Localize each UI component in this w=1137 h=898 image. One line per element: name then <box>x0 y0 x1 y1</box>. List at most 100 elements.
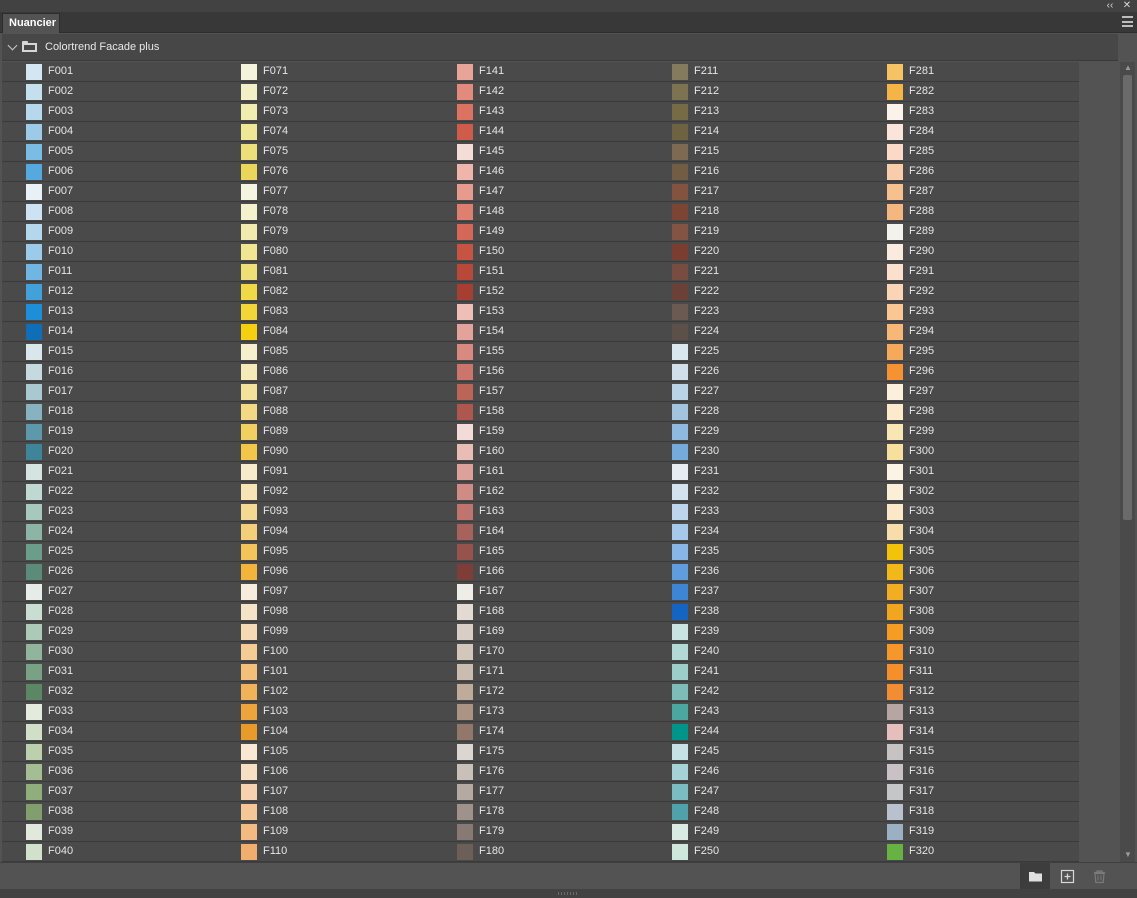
swatch-item[interactable]: F180 <box>433 842 649 862</box>
swatch-item[interactable]: F313 <box>863 702 1079 722</box>
swatch-item[interactable]: F092 <box>217 482 433 502</box>
swatch-item[interactable]: F003 <box>2 102 218 122</box>
swatch-item[interactable]: F234 <box>648 522 864 542</box>
swatch-item[interactable]: F008 <box>2 202 218 222</box>
swatch-item[interactable]: F228 <box>648 402 864 422</box>
swatch-item[interactable]: F095 <box>217 542 433 562</box>
swatch-item[interactable]: F176 <box>433 762 649 782</box>
swatch-item[interactable]: F010 <box>2 242 218 262</box>
swatch-item[interactable]: F016 <box>2 362 218 382</box>
swatch-item[interactable]: F249 <box>648 822 864 842</box>
swatch-item[interactable]: F247 <box>648 782 864 802</box>
swatch-item[interactable]: F013 <box>2 302 218 322</box>
swatch-item[interactable]: F150 <box>433 242 649 262</box>
swatch-item[interactable]: F217 <box>648 182 864 202</box>
swatch-item[interactable]: F094 <box>217 522 433 542</box>
swatch-item[interactable]: F174 <box>433 722 649 742</box>
swatch-item[interactable]: F110 <box>217 842 433 862</box>
swatch-item[interactable]: F007 <box>2 182 218 202</box>
swatch-item[interactable]: F078 <box>217 202 433 222</box>
swatch-item[interactable]: F223 <box>648 302 864 322</box>
swatch-item[interactable]: F248 <box>648 802 864 822</box>
swatch-item[interactable]: F105 <box>217 742 433 762</box>
swatch-item[interactable]: F083 <box>217 302 433 322</box>
swatch-item[interactable]: F108 <box>217 802 433 822</box>
chevron-down-icon[interactable] <box>7 40 18 51</box>
swatch-item[interactable]: F080 <box>217 242 433 262</box>
swatch-item[interactable]: F163 <box>433 502 649 522</box>
swatch-item[interactable]: F157 <box>433 382 649 402</box>
swatch-item[interactable]: F159 <box>433 422 649 442</box>
swatch-item[interactable]: F242 <box>648 682 864 702</box>
swatch-item[interactable]: F082 <box>217 282 433 302</box>
swatch-item[interactable]: F318 <box>863 802 1079 822</box>
swatch-item[interactable]: F173 <box>433 702 649 722</box>
swatch-item[interactable]: F284 <box>863 122 1079 142</box>
swatch-item[interactable]: F315 <box>863 742 1079 762</box>
swatch-item[interactable]: F308 <box>863 602 1079 622</box>
swatch-item[interactable]: F001 <box>2 62 218 82</box>
swatch-item[interactable]: F319 <box>863 822 1079 842</box>
swatch-item[interactable]: F039 <box>2 822 218 842</box>
swatch-item[interactable]: F073 <box>217 102 433 122</box>
swatch-item[interactable]: F077 <box>217 182 433 202</box>
swatch-item[interactable]: F033 <box>2 702 218 722</box>
swatch-item[interactable]: F239 <box>648 622 864 642</box>
swatch-item[interactable]: F218 <box>648 202 864 222</box>
vertical-scrollbar[interactable]: ▲ ▼ <box>1120 62 1135 862</box>
swatch-item[interactable]: F155 <box>433 342 649 362</box>
swatch-item[interactable]: F165 <box>433 542 649 562</box>
panel-resize-handle[interactable] <box>0 889 1137 898</box>
swatch-item[interactable]: F240 <box>648 642 864 662</box>
swatch-item[interactable]: F246 <box>648 762 864 782</box>
swatch-item[interactable]: F156 <box>433 362 649 382</box>
swatch-item[interactable]: F233 <box>648 502 864 522</box>
swatch-item[interactable]: F106 <box>217 762 433 782</box>
swatch-item[interactable]: F237 <box>648 582 864 602</box>
delete-button[interactable] <box>1084 863 1114 890</box>
swatch-item[interactable]: F099 <box>217 622 433 642</box>
swatch-item[interactable]: F017 <box>2 382 218 402</box>
swatch-item[interactable]: F090 <box>217 442 433 462</box>
swatch-item[interactable]: F100 <box>217 642 433 662</box>
swatch-item[interactable]: F309 <box>863 622 1079 642</box>
swatch-item[interactable]: F012 <box>2 282 218 302</box>
swatch-item[interactable]: F089 <box>217 422 433 442</box>
swatch-item[interactable]: F149 <box>433 222 649 242</box>
swatch-item[interactable]: F021 <box>2 462 218 482</box>
swatch-item[interactable]: F031 <box>2 662 218 682</box>
swatch-item[interactable]: F020 <box>2 442 218 462</box>
swatch-item[interactable]: F029 <box>2 622 218 642</box>
swatch-item[interactable]: F091 <box>217 462 433 482</box>
swatch-item[interactable]: F101 <box>217 662 433 682</box>
swatch-item[interactable]: F009 <box>2 222 218 242</box>
swatch-item[interactable]: F236 <box>648 562 864 582</box>
swatch-item[interactable]: F238 <box>648 602 864 622</box>
swatch-item[interactable]: F102 <box>217 682 433 702</box>
swatch-item[interactable]: F232 <box>648 482 864 502</box>
swatch-item[interactable]: F290 <box>863 242 1079 262</box>
swatch-item[interactable]: F023 <box>2 502 218 522</box>
swatch-item[interactable]: F148 <box>433 202 649 222</box>
swatch-item[interactable]: F168 <box>433 602 649 622</box>
swatch-item[interactable]: F086 <box>217 362 433 382</box>
swatch-item[interactable]: F038 <box>2 802 218 822</box>
swatch-item[interactable]: F305 <box>863 542 1079 562</box>
swatch-item[interactable]: F295 <box>863 342 1079 362</box>
swatch-item[interactable]: F287 <box>863 182 1079 202</box>
swatch-item[interactable]: F079 <box>217 222 433 242</box>
swatch-item[interactable]: F293 <box>863 302 1079 322</box>
swatch-item[interactable]: F171 <box>433 662 649 682</box>
swatch-item[interactable]: F289 <box>863 222 1079 242</box>
swatch-item[interactable]: F158 <box>433 402 649 422</box>
swatch-item[interactable]: F291 <box>863 262 1079 282</box>
swatch-item[interactable]: F250 <box>648 842 864 862</box>
swatch-item[interactable]: F027 <box>2 582 218 602</box>
swatch-item[interactable]: F292 <box>863 282 1079 302</box>
swatch-item[interactable]: F025 <box>2 542 218 562</box>
swatch-item[interactable]: F019 <box>2 422 218 442</box>
swatch-item[interactable]: F229 <box>648 422 864 442</box>
swatch-item[interactable]: F226 <box>648 362 864 382</box>
swatch-item[interactable]: F235 <box>648 542 864 562</box>
swatch-item[interactable]: F213 <box>648 102 864 122</box>
